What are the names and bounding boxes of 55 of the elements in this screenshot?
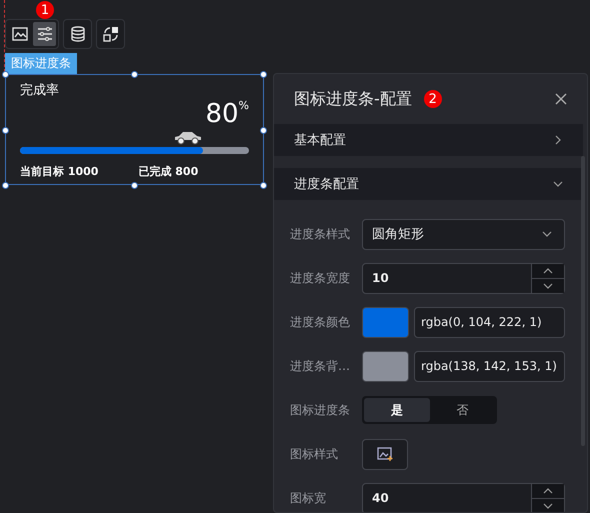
database-icon bbox=[70, 26, 86, 42]
resize-handle[interactable] bbox=[260, 71, 267, 78]
section-header[interactable]: 进度条配置 bbox=[274, 168, 583, 200]
decrement-button[interactable] bbox=[532, 278, 564, 292]
done-text: 已完成 800 bbox=[138, 164, 198, 179]
icon-picker-button[interactable] bbox=[362, 438, 408, 470]
toolbar-button[interactable] bbox=[33, 22, 56, 46]
color-field[interactable]: rgba(0, 104, 222, 1) bbox=[414, 306, 565, 338]
increment-button[interactable] bbox=[532, 264, 564, 278]
chevron-up-icon bbox=[543, 266, 553, 276]
resize-handle[interactable] bbox=[131, 182, 138, 189]
color-field[interactable]: rgba(138, 142, 153, 1) bbox=[414, 350, 565, 382]
resize-handle[interactable] bbox=[131, 71, 138, 78]
resize-handle[interactable] bbox=[2, 71, 9, 78]
target-text: 当前目标 1000 bbox=[20, 164, 98, 179]
number-field[interactable]: 10 bbox=[362, 262, 565, 294]
number-field[interactable]: 40 bbox=[362, 482, 565, 512]
field-label: 进度条样式 bbox=[290, 226, 351, 242]
field-label: 进度条宽度 bbox=[290, 270, 351, 286]
section-header[interactable]: 基本配置 bbox=[274, 124, 583, 156]
resize-handle[interactable] bbox=[260, 182, 267, 189]
field-label: 图标样式 bbox=[290, 446, 339, 462]
step-badge: 2 bbox=[424, 90, 442, 108]
image-icon bbox=[12, 27, 28, 41]
color-swatch[interactable] bbox=[362, 306, 409, 338]
chevron-down-icon bbox=[542, 229, 552, 239]
resize-handle[interactable] bbox=[2, 182, 9, 189]
chevron-up-icon bbox=[543, 486, 553, 496]
chevron-down-icon bbox=[553, 179, 563, 189]
segment-option[interactable]: 是 bbox=[364, 398, 430, 422]
field-label: 图标宽 bbox=[290, 490, 327, 506]
increment-button[interactable] bbox=[532, 484, 564, 498]
color-swatch[interactable] bbox=[362, 350, 409, 382]
step-badge: 1 bbox=[36, 1, 54, 19]
widget-title: 完成率 bbox=[20, 82, 60, 99]
field-label: 进度条背… bbox=[290, 358, 351, 374]
swap-icon bbox=[102, 26, 120, 42]
car-icon bbox=[173, 129, 204, 145]
chevron-right-icon bbox=[553, 135, 563, 145]
image-icon bbox=[377, 447, 393, 461]
chevron-down-icon bbox=[543, 280, 553, 290]
field-label: 图标进度条 bbox=[290, 402, 351, 418]
close-icon bbox=[555, 93, 567, 105]
resize-handle[interactable] bbox=[260, 127, 267, 134]
panel-title: 图标进度条-配置 bbox=[294, 88, 412, 110]
segment-option[interactable]: 否 bbox=[430, 398, 495, 422]
resize-handle[interactable] bbox=[2, 127, 9, 134]
widget-tag: 图标进度条 bbox=[5, 53, 77, 74]
decrement-button[interactable] bbox=[532, 498, 564, 512]
sliders-icon bbox=[36, 27, 52, 41]
close-button[interactable] bbox=[555, 93, 567, 105]
percent-value: 80% bbox=[204, 99, 249, 129]
select-field[interactable]: 圆角矩形 bbox=[362, 218, 565, 250]
field-label: 进度条颜色 bbox=[290, 314, 351, 330]
chevron-down-icon bbox=[543, 500, 553, 510]
